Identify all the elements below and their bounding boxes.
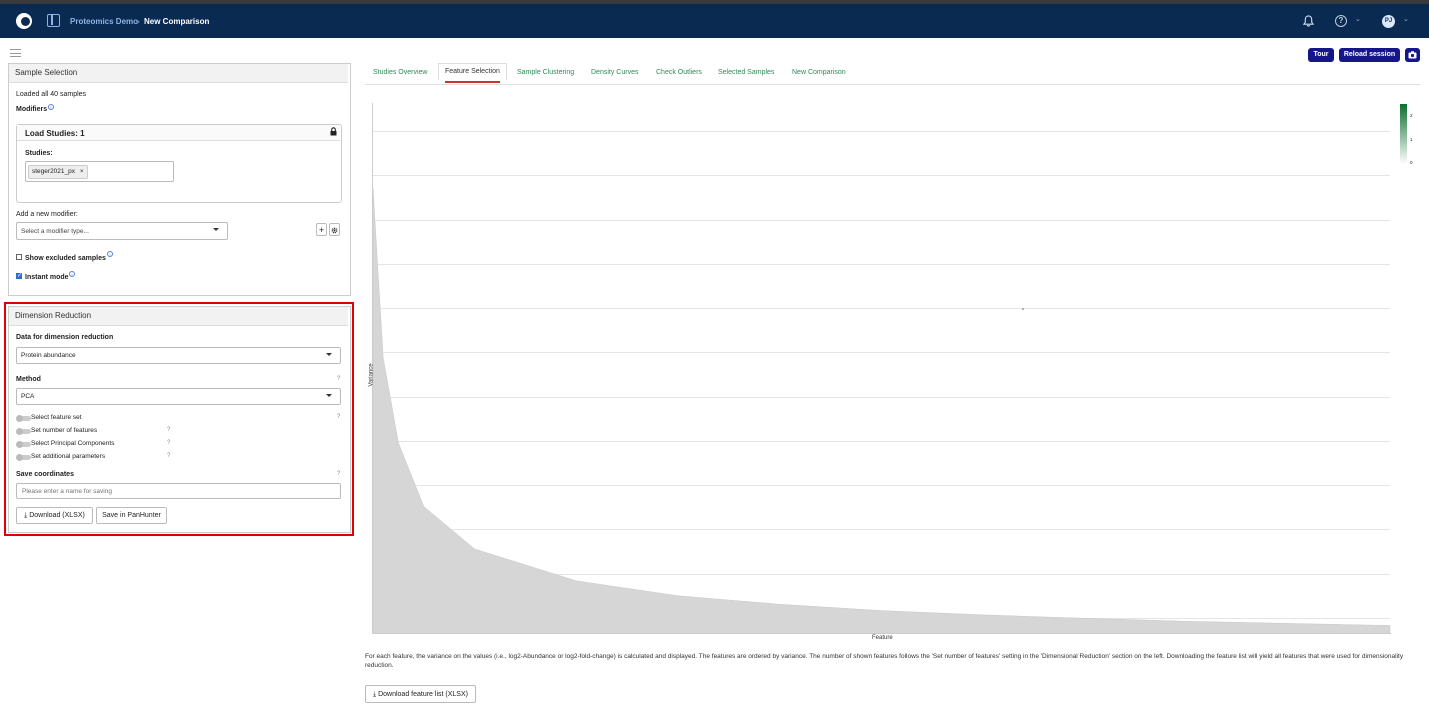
download-icon: ⤓ [373, 691, 377, 698]
user-chevron-down-icon[interactable]: ⌄ [1403, 15, 1409, 23]
download-xlsx-label: Download (XLSX) [29, 512, 85, 519]
data-for-dr-label: Data for dimension reduction [16, 334, 114, 341]
additional-params-help-icon[interactable]: ? [167, 453, 170, 459]
data-for-dr-value: Protein abundance [21, 352, 76, 359]
breadcrumb-separator: › [137, 17, 140, 26]
tab-feature-selection[interactable]: Feature Selection [438, 63, 507, 83]
colorbar-tick-2: 2 [1410, 113, 1413, 118]
dimension-reduction-title: Dimension Reduction [9, 307, 348, 326]
variance-area-series [372, 187, 1391, 634]
add-modifier-label: Add a new modifier: [16, 211, 78, 218]
num-features-label: Set number of features [31, 427, 98, 434]
data-for-dr-select[interactable]: Protein abundance [16, 347, 341, 364]
num-features-help-icon[interactable]: ? [167, 427, 170, 433]
download-icon: ⤓ [24, 512, 28, 519]
download-xlsx-button[interactable]: ⤓ Download (XLSX) [16, 507, 93, 524]
download-feature-list-label: Download feature list (XLSX) [378, 691, 468, 698]
tab-check-outliers[interactable]: Check Outliers [656, 69, 702, 76]
instant-mode-label: Instant mode [25, 274, 69, 281]
principal-components-label: Select Principal Components [31, 440, 115, 447]
loaded-samples-text: Loaded all 40 samples [16, 91, 87, 98]
tab-bar-divider [365, 84, 1420, 85]
studies-label: Studies: [25, 150, 53, 157]
tab-studies-overview[interactable]: Studies Overview [373, 69, 427, 76]
camera-button[interactable] [1405, 48, 1420, 62]
reload-session-button[interactable]: Reload session [1339, 48, 1400, 62]
gear-icon [331, 227, 338, 234]
save-coordinates-help-icon[interactable]: ? [337, 471, 340, 477]
feature-set-toggle[interactable] [16, 415, 31, 422]
modifier-type-placeholder: Select a modifier type... [21, 228, 89, 235]
tab-selected-samples[interactable]: Selected Samples [718, 69, 774, 76]
breadcrumb-app[interactable]: Proteomics Demo [70, 17, 138, 26]
chart-plot-area [372, 187, 1391, 634]
save-coordinates-label: Save coordinates [16, 471, 74, 478]
chevron-down-icon [326, 394, 332, 397]
outlier-point [1022, 308, 1024, 310]
tab-new-comparison[interactable]: New Comparison [792, 69, 846, 76]
sidebar-toggle-icon[interactable] [47, 14, 60, 27]
modifiers-info-icon[interactable]: i [48, 104, 54, 110]
tab-feature-selection-label: Feature Selection [445, 68, 500, 75]
principal-components-help-icon[interactable]: ? [167, 440, 170, 446]
active-tab-underline [445, 81, 500, 83]
colorbar-tick-0: 0 [1410, 160, 1413, 165]
top-navbar [0, 4, 1429, 38]
lock-icon[interactable] [330, 127, 337, 136]
help-icon[interactable]: ? [1335, 15, 1347, 27]
show-excluded-label: Show excluded samples [25, 255, 106, 262]
tour-button[interactable]: Tour [1308, 48, 1334, 62]
show-excluded-info-icon[interactable]: i [107, 251, 113, 257]
modifier-type-select[interactable]: Select a modifier type... [16, 222, 228, 240]
camera-icon [1408, 51, 1417, 59]
instant-mode-checkbox[interactable] [16, 272, 22, 279]
chevron-down-icon [326, 353, 332, 356]
colorbar-tick-1: 1 [1410, 137, 1413, 142]
load-studies-title: Load Studies: 1 [25, 129, 85, 138]
add-modifier-button[interactable]: + [316, 223, 327, 236]
colorbar [1400, 104, 1407, 164]
chart-description: For each feature, the variance on the va… [365, 653, 1404, 669]
feature-set-label: Select feature set [31, 414, 82, 421]
save-name-input[interactable] [16, 483, 341, 499]
feature-set-help-icon[interactable]: ? [337, 414, 340, 420]
x-axis-line [372, 633, 1391, 634]
chevron-down-icon [213, 228, 219, 231]
study-tag-remove-icon[interactable]: × [80, 168, 84, 175]
study-tag: steger2021_px × [28, 165, 88, 179]
sample-selection-title: Sample Selection [9, 64, 348, 83]
method-label: Method [16, 376, 41, 383]
modifier-settings-button[interactable] [329, 223, 340, 236]
save-panhunter-button[interactable]: Save in PanHunter [96, 507, 167, 524]
help-chevron-down-icon[interactable]: ⌄ [1355, 15, 1361, 23]
bell-icon[interactable] [1303, 15, 1314, 27]
modifiers-label: Modifiers [16, 106, 48, 113]
hamburger-menu-icon[interactable] [10, 49, 21, 57]
method-select[interactable]: PCA [16, 388, 341, 405]
principal-components-toggle[interactable] [16, 441, 31, 448]
instant-mode-info-icon[interactable]: i [69, 271, 75, 277]
method-value: PCA [21, 393, 35, 400]
download-feature-list-button[interactable]: ⤓ Download feature list (XLSX) [365, 685, 476, 703]
variance-chart [372, 103, 1391, 634]
additional-params-toggle[interactable] [16, 454, 31, 461]
num-features-toggle[interactable] [16, 428, 31, 435]
additional-params-label: Set additional parameters [31, 453, 106, 460]
method-help-icon[interactable]: ? [337, 376, 340, 382]
app-logo-icon[interactable] [16, 13, 32, 29]
user-avatar[interactable]: PJ [1382, 15, 1395, 28]
y-axis-label: Variance [368, 363, 375, 387]
study-tag-label: steger2021_px [32, 168, 76, 175]
show-excluded-checkbox[interactable] [16, 254, 22, 260]
x-axis-label: Feature [872, 635, 893, 641]
tab-density-curves[interactable]: Density Curves [591, 69, 638, 76]
tab-sample-clustering[interactable]: Sample Clustering [517, 69, 574, 76]
breadcrumb-current: New Comparison [144, 17, 210, 26]
